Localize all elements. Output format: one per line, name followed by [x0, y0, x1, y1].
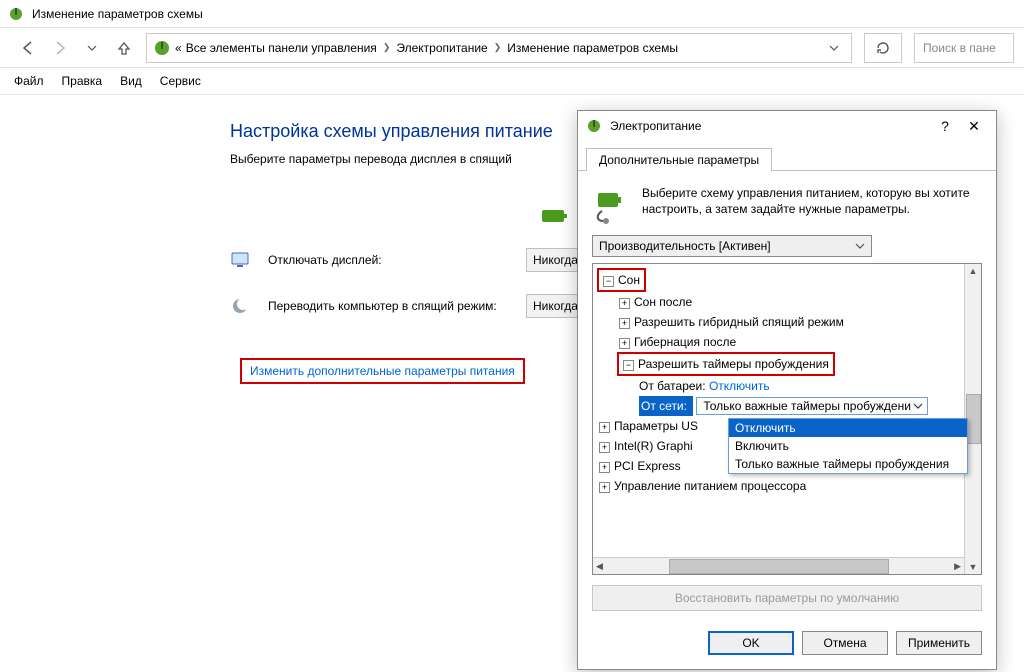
collapse-icon[interactable]: − [623, 360, 634, 371]
breadcrumb-icon [153, 39, 171, 57]
setting-label: Отключать дисплей: [268, 253, 508, 267]
back-button[interactable] [18, 38, 38, 58]
chevron-down-icon [855, 241, 865, 251]
up-button[interactable] [114, 38, 134, 58]
chevron-right-icon: ❯ [492, 42, 504, 53]
scroll-right-icon[interactable]: ▶ [951, 561, 964, 572]
plugged-in-value-select[interactable]: Только важные таймеры пробуждени [696, 397, 928, 415]
expand-icon[interactable]: + [619, 338, 630, 349]
help-button[interactable]: ? [932, 118, 958, 134]
power-icon [586, 118, 602, 134]
refresh-button[interactable] [864, 33, 902, 63]
search-input[interactable]: Поиск в пане [914, 33, 1014, 63]
on-battery-value[interactable]: Отключить [709, 379, 770, 393]
breadcrumb-item[interactable]: Изменение параметров схемы [507, 41, 678, 55]
dialog-titlebar: Электропитание ? ✕ [578, 111, 996, 141]
scroll-thumb[interactable] [669, 559, 889, 574]
dialog-title: Электропитание [610, 119, 932, 133]
advanced-power-link[interactable]: Изменить дополнительные параметры питани… [240, 358, 525, 384]
collapse-icon[interactable]: − [603, 276, 614, 287]
tree-node-wake-timers[interactable]: −Разрешить таймеры пробуждения [597, 352, 977, 376]
tree-node-cpu-power[interactable]: +Управление питанием процессора [597, 476, 977, 496]
window-title: Изменение параметров схемы [32, 7, 203, 21]
menu-bar: Файл Правка Вид Сервис [0, 68, 1024, 95]
horizontal-scrollbar[interactable]: ◀ ▶ [593, 557, 964, 574]
dialog-intro-text: Выберите схему управления питанием, кото… [642, 185, 982, 225]
search-placeholder: Поиск в пане [923, 41, 996, 55]
expand-icon[interactable]: + [599, 422, 610, 433]
ok-button[interactable]: OK [708, 631, 794, 655]
dropdown-option[interactable]: Отключить [729, 419, 967, 437]
menu-view[interactable]: Вид [120, 74, 142, 88]
chevron-right-icon: ❯ [381, 42, 393, 53]
dropdown-option[interactable]: Включить [729, 437, 967, 455]
tree-setting-plugged-in[interactable]: От сети: Только важные таймеры пробужден… [597, 396, 977, 416]
forward-button[interactable] [50, 38, 70, 58]
settings-tree: −Сон +Сон после +Разрешить гибридный спя… [592, 263, 982, 575]
window-titlebar: Изменение параметров схемы [0, 0, 1024, 28]
chevron-down-icon[interactable] [829, 43, 845, 53]
moon-icon [230, 296, 250, 316]
breadcrumb-root[interactable]: « [175, 41, 182, 55]
monitor-icon [230, 250, 250, 270]
power-options-dialog: Электропитание ? ✕ Дополнительные параме… [577, 110, 997, 670]
close-button[interactable]: ✕ [958, 118, 990, 135]
chevron-down-icon [913, 401, 923, 411]
power-scheme-select[interactable]: Производительность [Активен] [592, 235, 872, 257]
restore-defaults-button[interactable]: Восстановить параметры по умолчанию [592, 585, 982, 611]
menu-tools[interactable]: Сервис [160, 74, 201, 88]
dropdown-option[interactable]: Только важные таймеры пробуждения [729, 455, 967, 473]
expand-icon[interactable]: + [599, 482, 610, 493]
dialog-tabstrip: Дополнительные параметры [578, 141, 996, 171]
scroll-down-icon[interactable]: ▼ [969, 560, 978, 574]
tree-node-sleep[interactable]: −Сон [597, 268, 977, 292]
history-dropdown[interactable] [82, 38, 102, 58]
wake-timer-dropdown[interactable]: Отключить Включить Только важные таймеры… [728, 418, 968, 474]
expand-icon[interactable]: + [619, 318, 630, 329]
scroll-left-icon[interactable]: ◀ [593, 561, 606, 572]
setting-label: Переводить компьютер в спящий режим: [268, 299, 508, 313]
cancel-button[interactable]: Отмена [802, 631, 888, 655]
tree-setting-on-battery[interactable]: От батареи: Отключить [597, 376, 977, 396]
breadcrumb-item[interactable]: Все элементы панели управления [186, 41, 377, 55]
nav-bar: « Все элементы панели управления ❯ Элект… [0, 28, 1024, 68]
tree-node-hibernate-after[interactable]: +Гибернация после [597, 332, 977, 352]
tab-advanced[interactable]: Дополнительные параметры [586, 148, 772, 171]
battery-plug-icon [592, 185, 632, 225]
scroll-up-icon[interactable]: ▲ [969, 264, 978, 278]
expand-icon[interactable]: + [619, 298, 630, 309]
apply-button[interactable]: Применить [896, 631, 982, 655]
tree-node-hybrid-sleep[interactable]: +Разрешить гибридный спящий режим [597, 312, 977, 332]
app-icon [8, 6, 24, 22]
breadcrumb-bar[interactable]: « Все элементы панели управления ❯ Элект… [146, 33, 852, 63]
dialog-footer: OK Отмена Применить [578, 621, 996, 669]
dialog-body: Выберите схему управления питанием, кото… [578, 171, 996, 621]
breadcrumb-item[interactable]: Электропитание [396, 41, 487, 55]
expand-icon[interactable]: + [599, 462, 610, 473]
tree-node-sleep-after[interactable]: +Сон после [597, 292, 977, 312]
menu-file[interactable]: Файл [14, 74, 44, 88]
menu-edit[interactable]: Правка [62, 74, 103, 88]
expand-icon[interactable]: + [599, 442, 610, 453]
